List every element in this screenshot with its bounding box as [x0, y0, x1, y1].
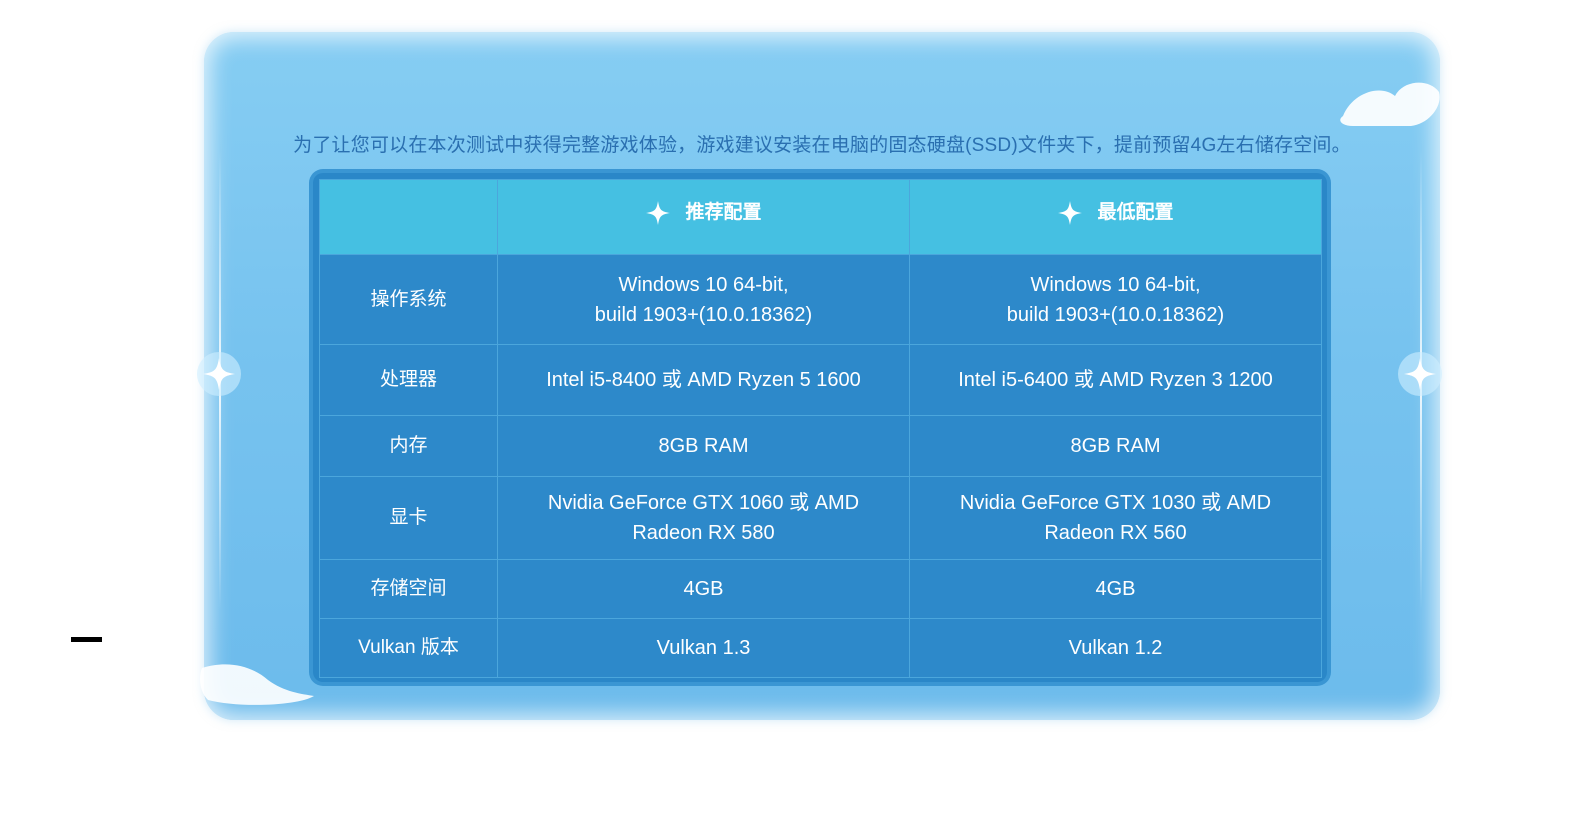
table-row: 内存 8GB RAM 8GB RAM	[319, 415, 1322, 477]
recommended-value: 4GB	[497, 559, 910, 619]
install-note: 为了让您可以在本次测试中获得完整游戏体验，游戏建议安装在电脑的固态硬盘(SSD)…	[293, 135, 1351, 156]
value-line: 8GB RAM	[658, 435, 749, 457]
row-label: 内存	[319, 415, 498, 477]
row-label: 存储空间	[319, 559, 498, 619]
recommended-value: Intel i5-8400 或 AMD Ryzen 5 1600	[497, 344, 910, 416]
sparkle-icon	[1398, 352, 1442, 396]
spec-table-frame: 推荐配置 最低配置 操作系统 Windows 10 64-bit, build …	[313, 173, 1327, 682]
recommended-value: 8GB RAM	[497, 415, 910, 477]
recommended-value: Windows 10 64-bit, build 1903+(10.0.1836…	[497, 254, 910, 345]
table-row: 显卡 Nvidia GeForce GTX 1060 或 AMD Radeon …	[319, 476, 1322, 560]
row-label: 处理器	[319, 344, 498, 416]
value-line: 4GB	[683, 578, 724, 600]
value-line: build 1903+(10.0.18362)	[1006, 303, 1225, 326]
recommended-value: Vulkan 1.3	[497, 618, 910, 678]
value-line: build 1903+(10.0.18362)	[594, 303, 813, 326]
header-empty-cell	[319, 179, 498, 255]
spec-table: 推荐配置 最低配置 操作系统 Windows 10 64-bit, build …	[319, 179, 1322, 678]
value-line: Radeon RX 560	[1044, 522, 1187, 544]
table-row: 处理器 Intel i5-8400 或 AMD Ryzen 5 1600 Int…	[319, 344, 1322, 416]
minimum-value: Nvidia GeForce GTX 1030 或 AMD Radeon RX …	[909, 476, 1322, 560]
table-row: 操作系统 Windows 10 64-bit, build 1903+(10.0…	[319, 254, 1322, 345]
cloud-decoration	[200, 664, 314, 705]
value-line: Windows 10 64-bit,	[1030, 273, 1201, 296]
value-line: Vulkan 1.2	[1068, 637, 1163, 659]
cloud-decoration	[1340, 82, 1440, 126]
sparkle-icon	[1058, 201, 1083, 225]
header-minimum-label: 最低配置	[1097, 202, 1174, 223]
minimum-value: Vulkan 1.2	[909, 618, 1322, 678]
row-label: 显卡	[319, 476, 498, 560]
value-line: Intel i5-6400 或 AMD Ryzen 3 1200	[958, 369, 1273, 391]
minimum-value: Windows 10 64-bit, build 1903+(10.0.1836…	[909, 254, 1322, 345]
value-line: Vulkan 1.3	[656, 637, 751, 659]
minimum-value: 4GB	[909, 559, 1322, 619]
dash-mark	[71, 637, 102, 642]
value-line: Intel i5-8400 或 AMD Ryzen 5 1600	[546, 369, 861, 391]
value-line: Nvidia GeForce GTX 1030 或 AMD	[959, 492, 1272, 514]
header-minimum: 最低配置	[909, 179, 1322, 255]
header-recommended: 推荐配置	[497, 179, 910, 255]
sparkle-icon	[646, 201, 671, 225]
value-line: 4GB	[1095, 578, 1136, 600]
row-label: Vulkan 版本	[319, 618, 498, 678]
value-line: 8GB RAM	[1070, 435, 1161, 457]
row-label: 操作系统	[319, 254, 498, 345]
value-line: Radeon RX 580	[632, 522, 775, 544]
value-line: Nvidia GeForce GTX 1060 或 AMD	[547, 492, 860, 514]
header-recommended-label: 推荐配置	[685, 202, 762, 223]
value-line: Windows 10 64-bit,	[618, 273, 789, 296]
sparkle-icon	[197, 352, 241, 396]
recommended-value: Nvidia GeForce GTX 1060 或 AMD Radeon RX …	[497, 476, 910, 560]
minimum-value: 8GB RAM	[909, 415, 1322, 477]
table-row: 存储空间 4GB 4GB	[319, 559, 1322, 619]
table-row: Vulkan 版本 Vulkan 1.3 Vulkan 1.2	[319, 618, 1322, 678]
table-header-row: 推荐配置 最低配置	[319, 179, 1322, 255]
minimum-value: Intel i5-6400 或 AMD Ryzen 3 1200	[909, 344, 1322, 416]
